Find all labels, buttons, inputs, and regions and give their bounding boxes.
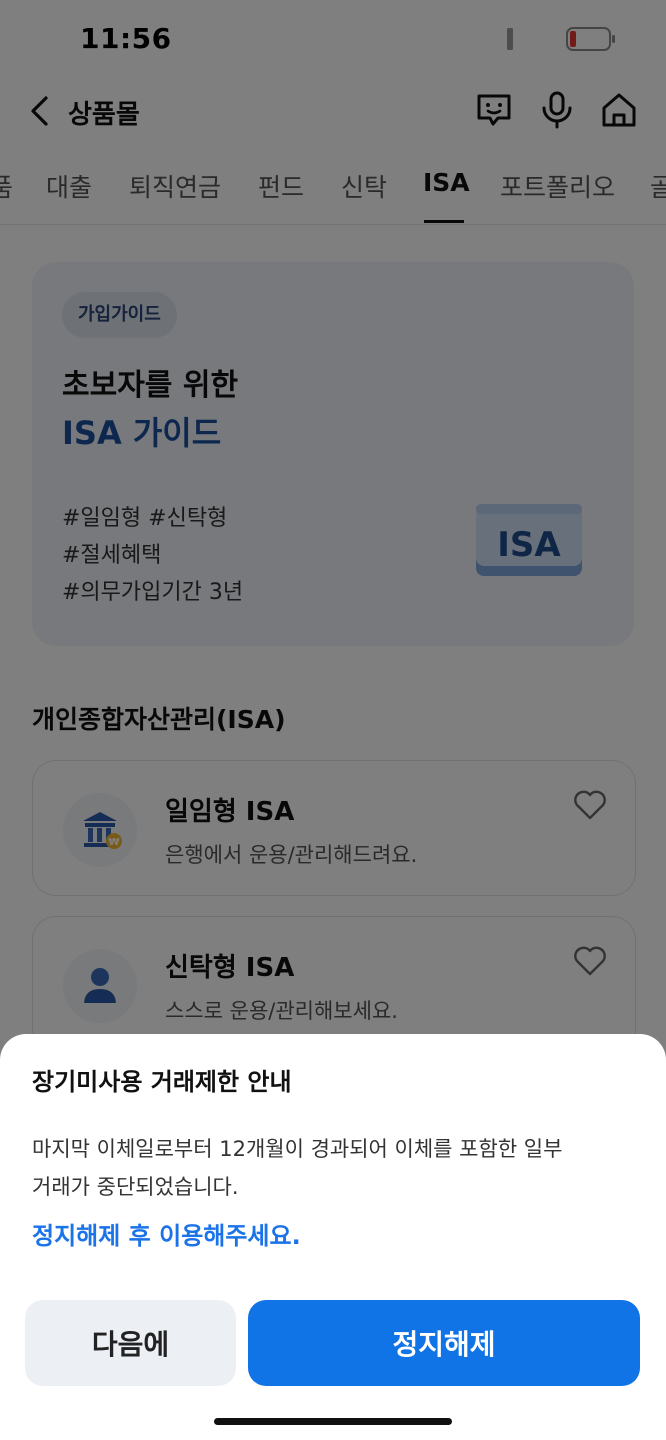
- dialog-title: 장기미사용 거래제한 안내: [32, 1068, 292, 1096]
- later-button[interactable]: 다음에: [25, 1300, 236, 1386]
- dialog-body-line: 마지막 이체일로부터 12개월이 경과되어 이체를 포함한 일부: [32, 1137, 563, 1161]
- bottom-sheet-dialog: 장기미사용 거래제한 안내 마지막 이체일로부터 12개월이 경과되어 이체를 …: [0, 1034, 666, 1440]
- dialog-body: 마지막 이체일로부터 12개월이 경과되어 이체를 포함한 일부 거래가 중단되…: [32, 1130, 632, 1206]
- home-indicator[interactable]: [214, 1418, 452, 1425]
- release-suspension-button[interactable]: 정지해제: [248, 1300, 640, 1386]
- screen: 11:56 상품몰: [0, 0, 666, 1440]
- dialog-body-line: 거래가 중단되었습니다.: [32, 1175, 239, 1199]
- dialog-notice-link: 정지해제 후 이용해주세요.: [32, 1222, 301, 1250]
